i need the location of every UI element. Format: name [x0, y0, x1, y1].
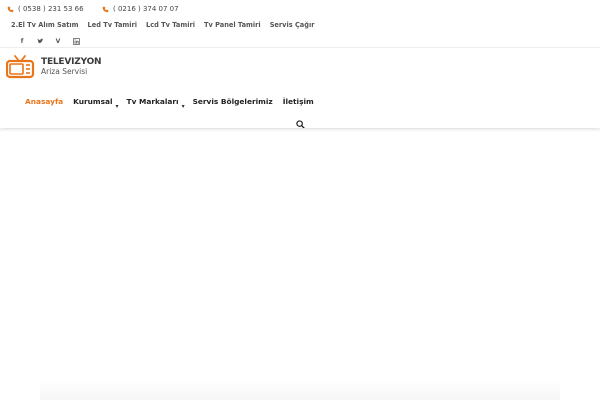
nav-kurumsal-label: Kurumsal [73, 97, 113, 106]
facebook-icon[interactable]: f [18, 37, 26, 45]
toplink-servis-cagir[interactable]: Servis Çağır [270, 21, 315, 29]
nav-servis-bolgelerimiz[interactable]: Servis Bölgelerimiz [193, 97, 273, 106]
nav-divider [5, 128, 595, 129]
nav-iletisim[interactable]: İletişim [283, 97, 314, 106]
chevron-down-icon: ▾ [115, 103, 119, 110]
phone-2-text: ( 0216 ) 374 07 07 [113, 5, 179, 13]
twitter-icon[interactable] [36, 37, 44, 45]
top-bar: ( 0538 ) 231 53 66 ( 0216 ) 374 07 07 2.… [0, 0, 600, 48]
chevron-down-icon: ▾ [181, 103, 185, 110]
top-divider [0, 47, 600, 48]
logo-text: TELEVIZYON Ariza Servisi [41, 57, 102, 76]
nav-tv-markalari[interactable]: Tv Markaları ▾ [126, 97, 185, 110]
nav-anasayfa[interactable]: Anasayfa [25, 97, 63, 106]
phone-contact-1[interactable]: ( 0538 ) 231 53 66 [7, 5, 84, 13]
nav-kurumsal[interactable]: Kurumsal ▾ [73, 97, 118, 110]
tv-logo-icon [6, 55, 35, 79]
logo-title: TELEVIZYON [41, 57, 102, 67]
phone-1-text: ( 0538 ) 231 53 66 [18, 5, 84, 13]
toplink-tv-panel[interactable]: Tv Panel Tamiri [204, 21, 261, 29]
toplink-2el-tv[interactable]: 2.El Tv Alım Satım [11, 21, 79, 29]
social-icons: f V [18, 37, 80, 45]
phone-icon [7, 6, 14, 12]
main-nav: Anasayfa Kurumsal ▾ Tv Markaları ▾ Servi… [25, 97, 324, 110]
top-links: 2.El Tv Alım Satım Led Tv Tamiri Lcd Tv … [11, 21, 314, 29]
vimeo-icon[interactable]: V [54, 37, 62, 45]
site-logo[interactable]: TELEVIZYON Ariza Servisi [6, 54, 102, 80]
content-area [40, 380, 560, 400]
phone-icon [102, 6, 109, 12]
phone-contact-2[interactable]: ( 0216 ) 374 07 07 [102, 5, 179, 13]
toplink-led-tv[interactable]: Led Tv Tamiri [88, 21, 138, 29]
logo-subtitle: Ariza Servisi [41, 67, 88, 76]
toplink-lcd-tv[interactable]: Lcd Tv Tamiri [146, 21, 195, 29]
linkedin-icon[interactable] [72, 37, 80, 45]
nav-tv-markalari-label: Tv Markaları [126, 97, 179, 106]
